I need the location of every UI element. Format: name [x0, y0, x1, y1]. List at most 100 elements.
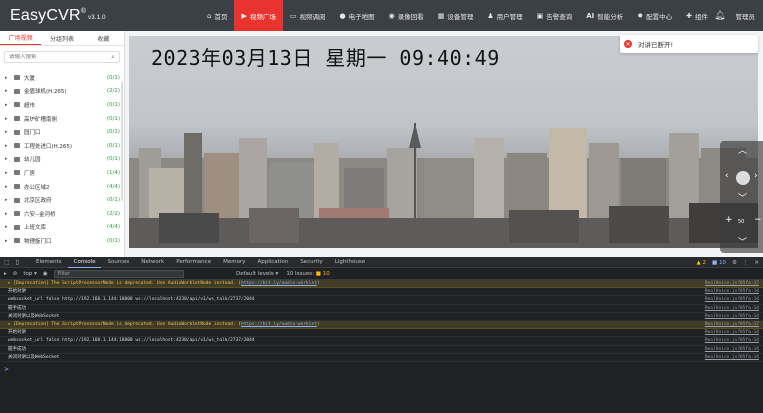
grid-icon: ▦	[437, 11, 445, 20]
tree-item[interactable]: ▸ 六安--金河桥 (2/2)	[0, 207, 124, 221]
tab-elements[interactable]: Elements	[30, 257, 68, 268]
nav-item-map[interactable]: ● 电子地图	[332, 0, 381, 31]
tree-item[interactable]: ▸ 物理旋门口 (0/1)	[0, 234, 124, 248]
tree-item[interactable]: ▸ 工程处进口(H.265) (0/1)	[0, 139, 124, 153]
ptz-center-button[interactable]	[736, 171, 750, 185]
console-prompt[interactable]: >	[4, 366, 9, 373]
clear-console-icon[interactable]: ⊘	[13, 271, 18, 277]
nav-item-home[interactable]: ⌂ 首页	[200, 0, 234, 31]
ptz-up-icon[interactable]: ︿	[738, 143, 747, 156]
user-menu[interactable]: 管理员	[736, 11, 756, 21]
chevron-right-icon[interactable]: ▸	[5, 143, 12, 149]
chevron-right-icon[interactable]: ▸	[5, 211, 12, 217]
nav-item-device[interactable]: ▦ 设备管理	[431, 0, 481, 31]
issues-button[interactable]: 10 Issues: ■ 10	[286, 271, 329, 277]
info-badge[interactable]: ■ 10	[712, 260, 726, 266]
log-source-link[interactable]: RealVoice.js?05fa:14	[705, 346, 759, 353]
nav-item-alarm[interactable]: ▣ 告警查询	[530, 0, 580, 31]
nav-item-ai[interactable]: AI 智能分析	[579, 0, 630, 31]
tree-item[interactable]: ▸ 厂房 (1/4)	[0, 166, 124, 180]
chevron-right-icon[interactable]: ▸	[5, 75, 12, 81]
ptz-down-more-icon[interactable]: ﹀	[738, 235, 747, 248]
close-icon[interactable]: ✕	[624, 40, 632, 48]
context-select[interactable]: top ▾	[23, 271, 37, 277]
chevron-right-icon[interactable]: ▸	[5, 156, 12, 162]
tree-item[interactable]: ▸ 超市 (0/1)	[0, 98, 124, 112]
ptz-left-icon[interactable]: ‹	[725, 171, 729, 181]
chevron-right-icon[interactable]: ▸	[5, 102, 12, 108]
tab-security[interactable]: Security	[294, 257, 329, 268]
settings-icon[interactable]: ⚙︎	[732, 260, 737, 266]
tab-memory[interactable]: Memory	[217, 257, 251, 268]
tab-performance[interactable]: Performance	[170, 257, 217, 268]
tab-console[interactable]: Console	[67, 257, 102, 268]
tree-item[interactable]: ▸ 高炉矿槽南侧 (0/1)	[0, 112, 124, 126]
search-input[interactable]	[9, 54, 99, 60]
chevron-right-icon[interactable]: ▸	[5, 170, 12, 176]
chevron-right-icon[interactable]: ▸	[5, 88, 12, 94]
log-source-link[interactable]: RealVoice.js?05fa:14	[705, 354, 759, 361]
sidebar-toggle-icon[interactable]: ▸	[4, 271, 7, 277]
nav-item-component[interactable]: ✚ 组件	[679, 0, 715, 31]
search-icon[interactable]: ⌕	[111, 53, 115, 62]
log-source-link[interactable]: RealVoice.js?05fa:14	[705, 313, 759, 320]
tab-square-video[interactable]: 广场视频	[0, 31, 42, 45]
brand-logo[interactable]: EasyCVR®v3.1.0	[10, 7, 106, 25]
tab-sources[interactable]: Sources	[101, 257, 135, 268]
console-log-row: 握手成功 RealVoice.js?05fa:14	[0, 346, 763, 354]
filter-input[interactable]: Filter	[53, 269, 184, 278]
ptz-down-icon[interactable]: ﹀	[738, 191, 747, 204]
warning-badge[interactable]: ▲ 2	[697, 260, 706, 266]
tree-item[interactable]: ▸ 大厦 (0/1)	[0, 71, 124, 85]
nav-item-video-browse[interactable]: ▭ 视频调阅	[283, 0, 333, 31]
tab-group-list[interactable]: 分组列表	[41, 31, 82, 45]
tree-item[interactable]: ▸ 园门口 (0/1)	[0, 125, 124, 139]
device-toggle-icon[interactable]: ▯	[16, 259, 19, 266]
brand-name: EasyCVR	[10, 7, 81, 24]
chevron-right-icon[interactable]: ▸	[5, 129, 12, 135]
log-link[interactable]: https://bit.ly/audio-worklet	[241, 281, 317, 286]
nav-label: 视频调阅	[299, 12, 326, 21]
tree-item[interactable]: ▸ 金盾球机(H.265) (2/2)	[0, 85, 124, 99]
levels-dropdown[interactable]: Default levels ▾	[236, 271, 278, 277]
log-source-link[interactable]: RealVoice.js?05fa:17	[705, 280, 759, 287]
eye-icon[interactable]: ◉	[43, 271, 48, 277]
zoom-out-icon[interactable]: −	[754, 215, 762, 225]
folder-icon	[14, 184, 20, 190]
ptz-right-icon[interactable]: ›	[754, 171, 758, 181]
nav-item-video-square[interactable]: ▶ 视频广场	[234, 0, 283, 31]
log-source-link[interactable]: RealVoice.js?05fa:14	[705, 296, 759, 303]
tab-application[interactable]: Application	[251, 257, 294, 268]
tree-item[interactable]: ▸ 办公区域2 (4/4)	[0, 180, 124, 194]
nav-item-config[interactable]: ✹ 配置中心	[630, 0, 679, 31]
chevron-right-icon[interactable]: ▸	[5, 116, 12, 122]
zoom-in-icon[interactable]: +	[725, 215, 733, 225]
tree-item[interactable]: ▸ 北京区政府 (0/1)	[0, 193, 124, 207]
bell-icon[interactable]: 🔔︎	[714, 11, 725, 21]
tree-item[interactable]: ▸ 上班文库 (4/4)	[0, 221, 124, 235]
log-source-link[interactable]: RealVoice.js?05fa:14	[705, 305, 759, 312]
log-link[interactable]: https://bit.ly/audio-worklet	[241, 322, 317, 327]
chevron-right-icon[interactable]: ▸	[5, 238, 12, 244]
log-source-link[interactable]: RealVoice.js?05fa:14	[705, 337, 759, 344]
inspect-icon[interactable]: ⬚	[4, 259, 10, 266]
log-source-link[interactable]: RealVoice.js?05fa:14	[705, 288, 759, 295]
tree-item-label: 金盾球机(H.265)	[24, 89, 67, 96]
nav-item-user[interactable]: ♟ 用户管理	[480, 0, 529, 31]
console-log-row: 关闭对讲以及WebSocket RealVoice.js?05fa:14	[0, 354, 763, 362]
scrollbar[interactable]	[121, 81, 123, 201]
tab-lighthouse[interactable]: Lighthouse	[329, 257, 371, 268]
chevron-right-icon[interactable]: ▸	[5, 184, 12, 190]
nav-item-playback[interactable]: ◉ 录像回看	[382, 0, 431, 31]
more-icon[interactable]: ⋮	[743, 260, 749, 266]
log-source-link[interactable]: RealVoice.js?05fa:14	[705, 329, 759, 336]
close-devtools-icon[interactable]: ✕	[754, 260, 759, 266]
log-source-link[interactable]: RealVoice.js?05fa:17	[705, 321, 759, 328]
tree-item[interactable]: ▸ 幼儿园 (0/1)	[0, 153, 124, 167]
chevron-right-icon[interactable]: ▸	[5, 224, 12, 230]
chevron-right-icon[interactable]: ▸	[5, 197, 12, 203]
console-warning-row: ▸ [Deprecation] The ScriptProcessorNode …	[0, 280, 763, 289]
tab-favorites[interactable]: 收藏	[83, 31, 124, 45]
tab-network[interactable]: Network	[135, 257, 170, 268]
video-player[interactable]: 2023年03月13日 星期一 09:40:49	[129, 36, 758, 248]
